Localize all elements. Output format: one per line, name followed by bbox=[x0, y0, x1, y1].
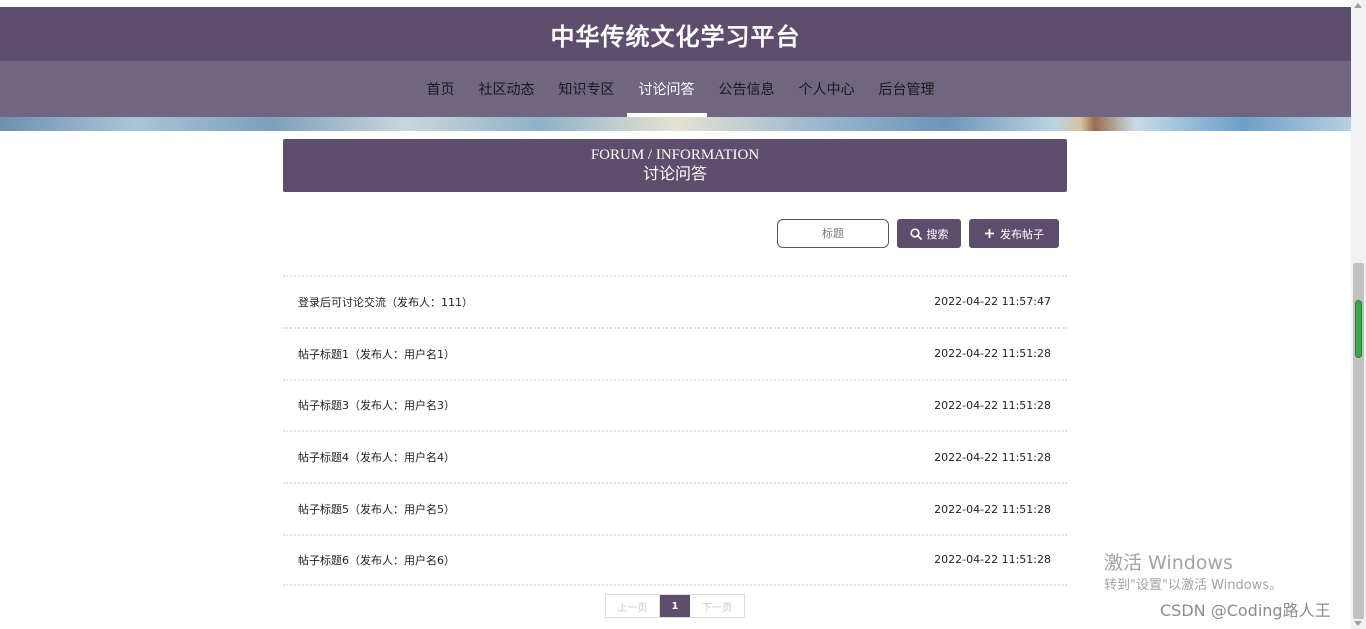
search-input[interactable] bbox=[777, 219, 889, 248]
page-1-button[interactable]: 1 bbox=[660, 595, 690, 617]
main-nav: 首页 社区动态 知识专区 讨论问答 公告信息 个人中心 后台管理 bbox=[0, 61, 1351, 117]
site-title: 中华传统文化学习平台 bbox=[550, 22, 801, 51]
post-title: 帖子标题4（发布人：用户名4） bbox=[298, 451, 455, 465]
search-icon bbox=[909, 227, 922, 240]
post-row[interactable]: 帖子标题1（发布人：用户名1） 2022-04-22 11:51:28 bbox=[283, 326, 1067, 379]
search-button-label: 搜索 bbox=[926, 227, 949, 241]
post-time: 2022-04-22 11:51:28 bbox=[934, 450, 1051, 464]
next-page-button[interactable]: 下一页 bbox=[690, 595, 744, 617]
banner-image bbox=[0, 117, 1351, 131]
post-row[interactable]: 帖子标题3（发布人：用户名3） 2022-04-22 11:51:28 bbox=[283, 378, 1067, 431]
post-list: 登录后可讨论交流（发布人：111） 2022-04-22 11:57:47 帖子… bbox=[283, 275, 1067, 586]
post-title: 帖子标题3（发布人：用户名3） bbox=[298, 399, 455, 413]
scroll-down-arrow-icon[interactable] bbox=[1354, 621, 1362, 626]
nav-item-forum[interactable]: 讨论问答 bbox=[626, 61, 707, 117]
post-row[interactable]: 帖子标题4（发布人：用户名4） 2022-04-22 11:51:28 bbox=[283, 430, 1067, 482]
nav-item-profile[interactable]: 个人中心 bbox=[787, 61, 867, 117]
section-title-en: FORUM / INFORMATION bbox=[590, 147, 760, 163]
plus-icon bbox=[984, 228, 995, 239]
nav-item-knowledge[interactable]: 知识专区 bbox=[547, 61, 627, 117]
site-header: 中华传统文化学习平台 bbox=[0, 7, 1351, 61]
nav-item-admin[interactable]: 后台管理 bbox=[867, 61, 947, 117]
post-row[interactable]: 帖子标题5（发布人：用户名5） 2022-04-22 11:51:28 bbox=[283, 482, 1067, 534]
post-time: 2022-04-22 11:51:28 bbox=[934, 553, 1051, 567]
post-title: 登录后可讨论交流（发布人：111） bbox=[298, 295, 473, 309]
post-button-label: 发布帖子 bbox=[1000, 227, 1044, 241]
nav-item-community[interactable]: 社区动态 bbox=[467, 61, 547, 117]
nav-item-home[interactable]: 首页 bbox=[415, 61, 467, 117]
scrollbar-grip[interactable] bbox=[1355, 300, 1362, 358]
post-title: 帖子标题1（发布人：用户名1） bbox=[298, 347, 455, 361]
section-header: FORUM / INFORMATION 讨论问答 bbox=[283, 139, 1067, 192]
post-title: 帖子标题5（发布人：用户名5） bbox=[298, 503, 455, 517]
section-title-cn: 讨论问答 bbox=[642, 164, 707, 183]
post-time: 2022-04-22 11:51:28 bbox=[934, 502, 1051, 516]
activate-windows-subtitle: 转到"设置"以激活 Windows。 bbox=[1104, 578, 1283, 593]
nav-item-notices[interactable]: 公告信息 bbox=[707, 61, 787, 117]
post-time: 2022-04-22 11:51:28 bbox=[934, 347, 1051, 361]
activate-windows-title: 激活 Windows bbox=[1104, 552, 1233, 574]
csdn-watermark: CSDN @Coding路人王 bbox=[1160, 601, 1331, 620]
scrollbar[interactable] bbox=[1351, 0, 1366, 629]
scroll-up-arrow-icon[interactable] bbox=[1354, 3, 1362, 8]
post-button[interactable]: 发布帖子 bbox=[969, 219, 1059, 248]
post-time: 2022-04-22 11:57:47 bbox=[934, 295, 1051, 309]
activate-windows-watermark: 激活 Windows 转到"设置"以激活 Windows。 bbox=[1104, 551, 1282, 596]
top-strip bbox=[0, 0, 1351, 7]
post-row[interactable]: 登录后可讨论交流（发布人：111） 2022-04-22 11:57:47 bbox=[283, 275, 1067, 327]
prev-page-button[interactable]: 上一页 bbox=[606, 595, 660, 617]
search-button[interactable]: 搜索 bbox=[897, 219, 961, 248]
post-time: 2022-04-22 11:51:28 bbox=[934, 398, 1051, 412]
pagination: 上一页 1 下一页 bbox=[605, 594, 745, 618]
post-row[interactable]: 帖子标题6（发布人：用户名6） 2022-04-22 11:51:28 bbox=[283, 533, 1067, 586]
post-title: 帖子标题6（发布人：用户名6） bbox=[298, 553, 455, 567]
